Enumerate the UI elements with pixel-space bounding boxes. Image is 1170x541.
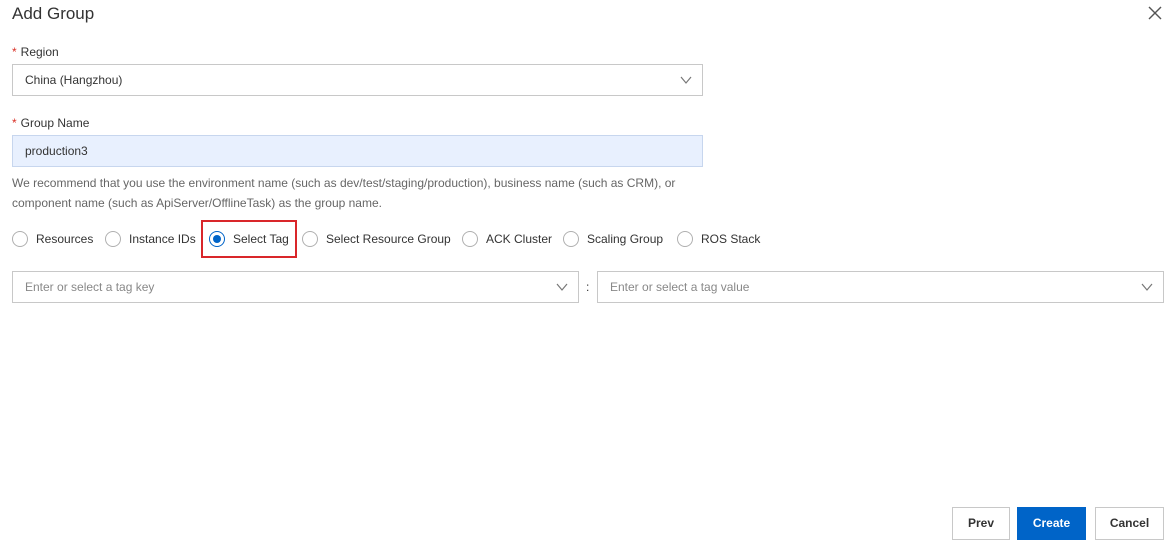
group-name-input[interactable]: production3 bbox=[12, 135, 703, 167]
tag-value-placeholder: Enter or select a tag value bbox=[610, 280, 750, 294]
region-value: China (Hangzhou) bbox=[25, 73, 123, 87]
hint-line: We recommend that you use the environmen… bbox=[12, 176, 676, 190]
hint-line: component name (such as ApiServer/Offlin… bbox=[12, 196, 382, 210]
radio-scaling-group[interactable]: Scaling Group bbox=[563, 229, 677, 249]
group-name-hint: We recommend that you use the environmen… bbox=[12, 173, 712, 213]
radio-label: ACK Cluster bbox=[486, 232, 553, 246]
radio-instance-ids[interactable]: Instance IDs bbox=[105, 229, 209, 249]
source-type-radio-group: Resources Instance IDs Select Tag Select… bbox=[12, 229, 767, 249]
tag-separator: : bbox=[586, 280, 590, 294]
dialog-title: Add Group bbox=[12, 4, 95, 23]
required-mark: * bbox=[12, 45, 17, 59]
region-select[interactable]: China (Hangzhou) bbox=[12, 64, 703, 96]
radio-label: Select Tag bbox=[233, 232, 289, 246]
group-name-label: * Group Name bbox=[12, 115, 89, 131]
radio-circle-icon bbox=[462, 231, 478, 247]
cancel-button[interactable]: Cancel bbox=[1095, 507, 1164, 540]
chevron-down-icon bbox=[1141, 283, 1153, 291]
tag-key-select[interactable]: Enter or select a tag key bbox=[12, 271, 579, 303]
radio-label: Resources bbox=[36, 232, 94, 246]
group-name-value: production3 bbox=[25, 144, 88, 158]
radio-ros-stack[interactable]: ROS Stack bbox=[677, 229, 767, 249]
create-button[interactable]: Create bbox=[1017, 507, 1086, 540]
radio-label: Instance IDs bbox=[129, 232, 196, 246]
radio-circle-icon bbox=[105, 231, 121, 247]
prev-button[interactable]: Prev bbox=[952, 507, 1010, 540]
add-group-dialog: Add Group * Region China (Hangzhou) * Grou… bbox=[0, 0, 1170, 541]
radio-circle-icon bbox=[12, 231, 28, 247]
tag-value-select[interactable]: Enter or select a tag value bbox=[597, 271, 1164, 303]
chevron-down-icon bbox=[680, 76, 692, 84]
chevron-down-icon bbox=[556, 283, 568, 291]
radio-ack-cluster[interactable]: ACK Cluster bbox=[462, 229, 563, 249]
tag-key-placeholder: Enter or select a tag key bbox=[25, 280, 155, 294]
required-mark: * bbox=[12, 116, 17, 130]
region-label: * Region bbox=[12, 44, 59, 60]
radio-select-tag[interactable]: Select Tag bbox=[209, 229, 302, 249]
close-icon[interactable] bbox=[1146, 4, 1164, 22]
radio-select-resource-group[interactable]: Select Resource Group bbox=[302, 229, 462, 249]
region-label-text: Region bbox=[20, 45, 59, 59]
radio-resources[interactable]: Resources bbox=[12, 229, 105, 249]
radio-circle-icon bbox=[677, 231, 693, 247]
radio-circle-icon bbox=[563, 231, 579, 247]
radio-label: ROS Stack bbox=[701, 232, 761, 246]
radio-circle-icon bbox=[302, 231, 318, 247]
group-name-label-text: Group Name bbox=[20, 116, 90, 130]
radio-label: Scaling Group bbox=[587, 232, 664, 246]
radio-label: Select Resource Group bbox=[326, 232, 451, 246]
radio-checked-icon bbox=[209, 231, 225, 247]
